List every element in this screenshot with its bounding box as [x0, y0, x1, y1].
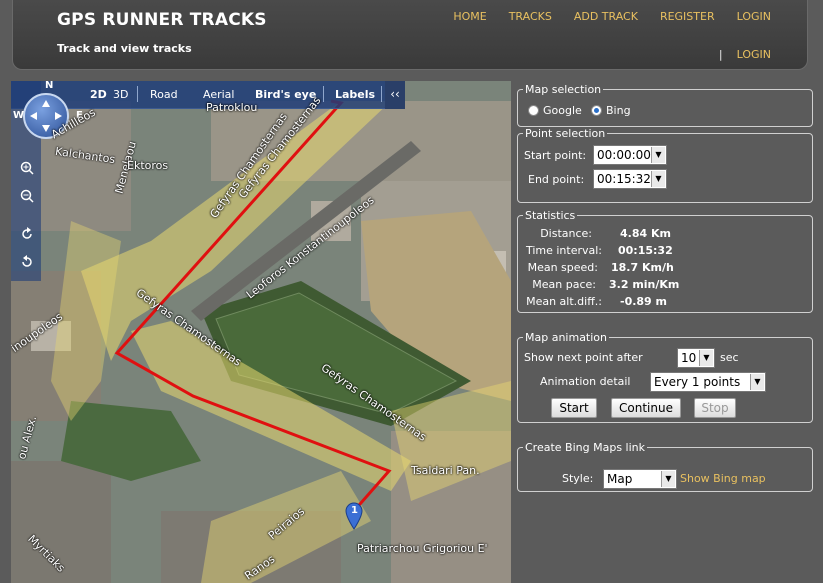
sub-nav: | LOGIN — [719, 48, 771, 61]
end-point-select[interactable]: 00:15:32 ▼ — [593, 169, 667, 189]
end-point-label: End point: — [528, 173, 585, 186]
nav-login-link[interactable]: LOGIN — [737, 10, 771, 23]
street-label-tsaldari: Tsaldari Pan. — [411, 464, 480, 477]
next-point-label: Show next point after — [524, 351, 643, 364]
nav-home-link[interactable]: HOME — [453, 10, 486, 23]
stop-animation-button[interactable]: Stop — [694, 398, 736, 418]
end-point-value: 00:15:32 — [597, 172, 651, 186]
street-label-patroklou: Patroklou — [206, 101, 258, 114]
nav-register-link[interactable]: REGISTER — [660, 10, 715, 23]
collapse-toolbar-icon[interactable]: ‹‹ — [385, 81, 405, 109]
point-selection-panel: Point selection Start point: 00:00:00 ▼ … — [517, 127, 813, 203]
stat-distance-value: 4.84 Km — [620, 227, 671, 240]
marker-number-label: 1 — [351, 505, 358, 516]
stat-time-label: Time interval: — [525, 244, 602, 257]
birds-eye-view-button[interactable]: Bird's eye — [255, 88, 316, 101]
map-animation-panel: Map animation Show next point after 10 ▼… — [517, 331, 813, 423]
map-selection-panel: Map selection Google Bing — [517, 83, 813, 127]
labels-toggle-button[interactable]: Labels — [335, 88, 375, 101]
street-label-patriarchou: Patriarchou Grigoriou E' — [357, 542, 488, 555]
compass-west-label: W — [13, 110, 25, 121]
map-style-value: Map — [607, 472, 633, 486]
aerial-view-button[interactable]: Aerial — [203, 88, 234, 101]
chevron-down-icon: ▼ — [699, 350, 713, 366]
zoom-in-icon[interactable] — [17, 161, 37, 181]
stat-time-value: 00:15:32 — [618, 244, 673, 257]
chevron-down-icon: ▼ — [750, 374, 764, 390]
road-view-button[interactable]: Road — [150, 88, 178, 101]
stat-pace-label: Mean pace: — [532, 278, 596, 291]
show-bing-map-link[interactable]: Show Bing map — [680, 472, 766, 485]
view-3d-button[interactable]: 3D — [113, 88, 128, 101]
site-subtitle: Track and view tracks — [57, 42, 192, 55]
rotate-ccw-icon[interactable] — [17, 255, 37, 275]
main-nav: HOME TRACKS ADD TRACK REGISTER LOGIN — [453, 10, 771, 23]
start-point-select[interactable]: 00:00:00 ▼ — [593, 145, 667, 165]
chevron-down-icon: ▼ — [651, 171, 665, 187]
header-bar: GPS RUNNER TRACKS Track and view tracks … — [12, 0, 808, 70]
google-radio[interactable] — [528, 105, 539, 116]
animation-detail-value: Every 1 points — [654, 375, 741, 389]
chevron-down-icon: ▼ — [651, 147, 665, 163]
start-animation-button[interactable]: Start — [551, 398, 597, 418]
next-point-interval-value: 10 — [681, 351, 697, 365]
stat-speed-label: Mean speed: — [527, 261, 598, 274]
animation-detail-select[interactable]: Every 1 points ▼ — [650, 372, 766, 392]
rotate-cw-icon[interactable] — [17, 227, 37, 247]
panel-title: Map selection — [523, 83, 604, 96]
bing-radio[interactable] — [591, 105, 602, 116]
toolbar-divider — [381, 86, 382, 102]
statistics-panel: Statistics Distance: 4.84 Km Time interv… — [517, 209, 813, 313]
sub-nav-separator: | — [718, 48, 723, 61]
view-2d-button[interactable]: 2D — [90, 88, 107, 101]
toolbar-divider — [137, 86, 138, 102]
nav-add-track-link[interactable]: ADD TRACK — [574, 10, 638, 23]
style-label: Style: — [562, 472, 594, 485]
continue-animation-button[interactable]: Continue — [611, 398, 681, 418]
panel-title: Map animation — [523, 331, 610, 344]
toolbar-divider — [323, 86, 324, 102]
nav-tracks-link[interactable]: TRACKS — [509, 10, 552, 23]
stat-pace-value: 3.2 min/Km — [609, 278, 680, 291]
start-point-value: 00:00:00 — [597, 148, 651, 162]
stat-alt-label: Mean alt.diff.: — [526, 295, 602, 308]
next-point-interval-select[interactable]: 10 ▼ — [677, 348, 715, 368]
map-view[interactable]: 2D 3D Road Aerial Bird's eye Labels ‹‹ N… — [11, 81, 511, 583]
bing-link-panel: Create Bing Maps link Style: Map ▼ Show … — [517, 441, 813, 492]
start-point-label: Start point: — [524, 149, 587, 162]
panel-title: Statistics — [523, 209, 578, 222]
chevron-down-icon: ▼ — [661, 471, 675, 487]
seconds-unit-label: sec — [720, 351, 739, 364]
sub-nav-login-link[interactable]: LOGIN — [737, 48, 771, 61]
bing-radio-label: Bing — [606, 104, 631, 117]
stat-speed-value: 18.7 Km/h — [611, 261, 674, 274]
panel-title: Point selection — [523, 127, 608, 140]
site-title: GPS RUNNER TRACKS — [57, 10, 267, 30]
panel-title: Create Bing Maps link — [523, 441, 647, 454]
zoom-out-icon[interactable] — [17, 189, 37, 209]
map-style-select[interactable]: Map ▼ — [603, 469, 677, 489]
stat-distance-label: Distance: — [540, 227, 592, 240]
compass-north-label: N — [45, 81, 54, 91]
street-label-ektoros: Ektoros — [127, 159, 169, 172]
google-radio-label: Google — [543, 104, 582, 117]
stat-alt-value: -0.89 m — [620, 295, 667, 308]
track-start-pin[interactable]: 1 — [344, 502, 364, 530]
animation-detail-label: Animation detail — [540, 375, 631, 388]
